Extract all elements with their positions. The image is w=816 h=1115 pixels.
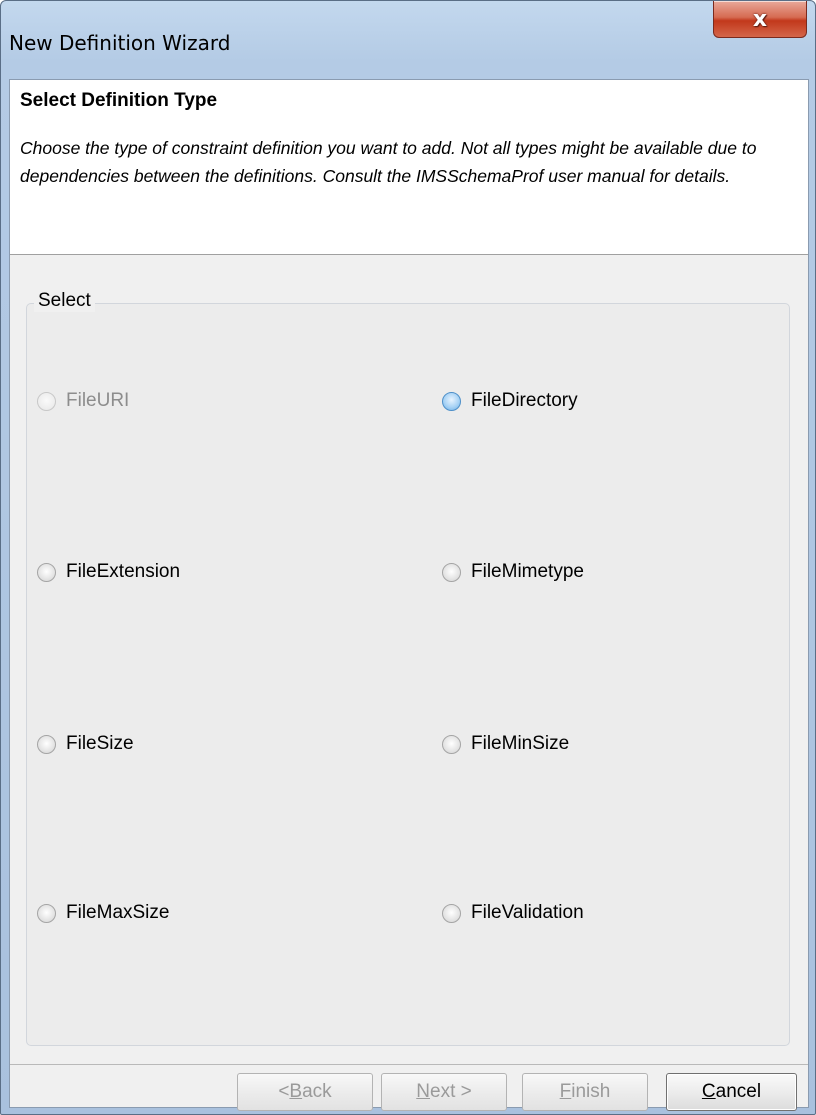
radio-label: FileValidation bbox=[471, 902, 584, 923]
radio-option-filemaxsize[interactable]: FileMaxSize bbox=[37, 898, 169, 928]
radio-option-fileminsize[interactable]: FileMinSize bbox=[442, 729, 569, 759]
radio-option-filemimetype[interactable]: FileMimetype bbox=[442, 557, 584, 587]
title-bar[interactable]: New Definition Wizard x bbox=[1, 1, 815, 79]
close-button[interactable]: x bbox=[713, 1, 807, 38]
radio-icon bbox=[442, 562, 461, 582]
back-button-mnemonic: B bbox=[289, 1081, 303, 1102]
wizard-window: New Definition Wizard x Select Definitio… bbox=[0, 0, 816, 1115]
radio-option-filesize[interactable]: FileSize bbox=[37, 729, 134, 759]
radio-icon bbox=[37, 734, 56, 754]
next-button-mnemonic: N bbox=[416, 1081, 430, 1102]
radio-option-fileuri[interactable]: FileURI bbox=[37, 386, 129, 416]
radio-icon bbox=[37, 903, 56, 923]
radio-option-filedirectory[interactable]: FileDirectory bbox=[442, 386, 578, 416]
finish-button-mnemonic: F bbox=[559, 1081, 572, 1102]
radio-icon bbox=[442, 903, 461, 923]
close-icon: x bbox=[752, 6, 768, 32]
footer-divider bbox=[10, 1064, 808, 1065]
page-description: Choose the type of constraint definition… bbox=[20, 138, 757, 186]
finish-button-label: inish bbox=[571, 1081, 611, 1102]
back-button[interactable]: < Back bbox=[237, 1073, 373, 1111]
page-title: Select Definition Type bbox=[20, 90, 218, 111]
next-button[interactable]: Next > bbox=[381, 1073, 507, 1111]
next-button-label: ext > bbox=[430, 1081, 472, 1102]
back-button-prefix: < bbox=[278, 1081, 290, 1102]
radio-label: FileExtension bbox=[66, 561, 181, 582]
radio-label: FileMimetype bbox=[471, 561, 584, 582]
radio-label: FileURI bbox=[66, 390, 130, 411]
radio-option-fileextension[interactable]: FileExtension bbox=[37, 557, 180, 587]
radio-label: FileMinSize bbox=[471, 733, 570, 754]
select-group bbox=[26, 303, 790, 1046]
radio-icon bbox=[442, 391, 461, 411]
back-button-label: ack bbox=[302, 1081, 332, 1102]
radio-icon bbox=[37, 562, 56, 582]
window-title: New Definition Wizard bbox=[9, 31, 231, 55]
radio-label: FileSize bbox=[66, 733, 134, 754]
radio-icon bbox=[442, 734, 461, 754]
cancel-button-mnemonic: C bbox=[701, 1081, 716, 1102]
radio-label: FileMaxSize bbox=[66, 902, 170, 923]
radio-icon bbox=[37, 391, 56, 411]
radio-option-filevalidation[interactable]: FileValidation bbox=[442, 898, 584, 928]
select-group-legend: Select bbox=[34, 290, 95, 312]
finish-button[interactable]: Finish bbox=[522, 1073, 648, 1111]
wizard-content: Select Definition Type Choose the type o… bbox=[9, 79, 809, 1111]
cancel-button[interactable]: Cancel bbox=[666, 1073, 797, 1111]
wizard-header: Select Definition Type Choose the type o… bbox=[10, 80, 808, 255]
cancel-button-label: ancel bbox=[715, 1081, 762, 1102]
radio-label: FileDirectory bbox=[471, 390, 578, 411]
